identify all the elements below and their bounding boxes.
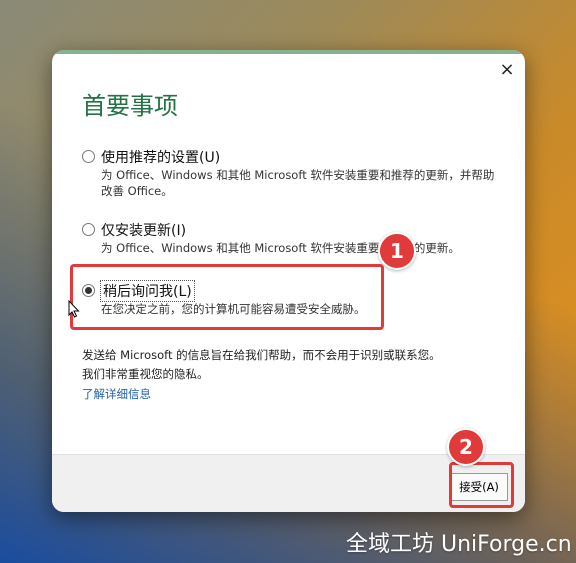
dialog-title: 首要事项 bbox=[82, 92, 178, 120]
privacy-info: 发送给 Microsoft 的信息旨在给我们帮助，而不会用于识别或联系您。 我们… bbox=[82, 346, 441, 384]
mouse-cursor-icon bbox=[68, 300, 80, 318]
highlight-ask-later bbox=[70, 264, 384, 330]
option-description: 为 Office、Windows 和其他 Microsoft 软件安装重要和推荐… bbox=[101, 241, 460, 255]
privacy-info-line1: 发送给 Microsoft 的信息旨在给我们帮助，而不会用于识别或联系您。 bbox=[82, 348, 441, 362]
option-label: 使用推荐的设置(U) bbox=[101, 150, 221, 166]
option-label: 仅安装更新(I) bbox=[101, 223, 187, 239]
step-badge-1: 1 bbox=[378, 232, 416, 270]
radio-updates-only[interactable] bbox=[82, 223, 95, 236]
step-badge-2: 2 bbox=[447, 428, 485, 466]
watermark: 全域工坊 UniForge.cn bbox=[346, 532, 572, 557]
privacy-info-line2: 我们非常重视您的隐私。 bbox=[82, 367, 209, 381]
close-icon[interactable]: × bbox=[497, 60, 517, 80]
dialog-accent-line bbox=[52, 50, 525, 54]
option-description: 为 Office、Windows 和其他 Microsoft 软件安装重要和推荐… bbox=[101, 168, 495, 198]
highlight-accept bbox=[449, 462, 514, 508]
learn-more-link[interactable]: 了解详细信息 bbox=[82, 386, 151, 402]
radio-recommended[interactable] bbox=[82, 150, 95, 163]
